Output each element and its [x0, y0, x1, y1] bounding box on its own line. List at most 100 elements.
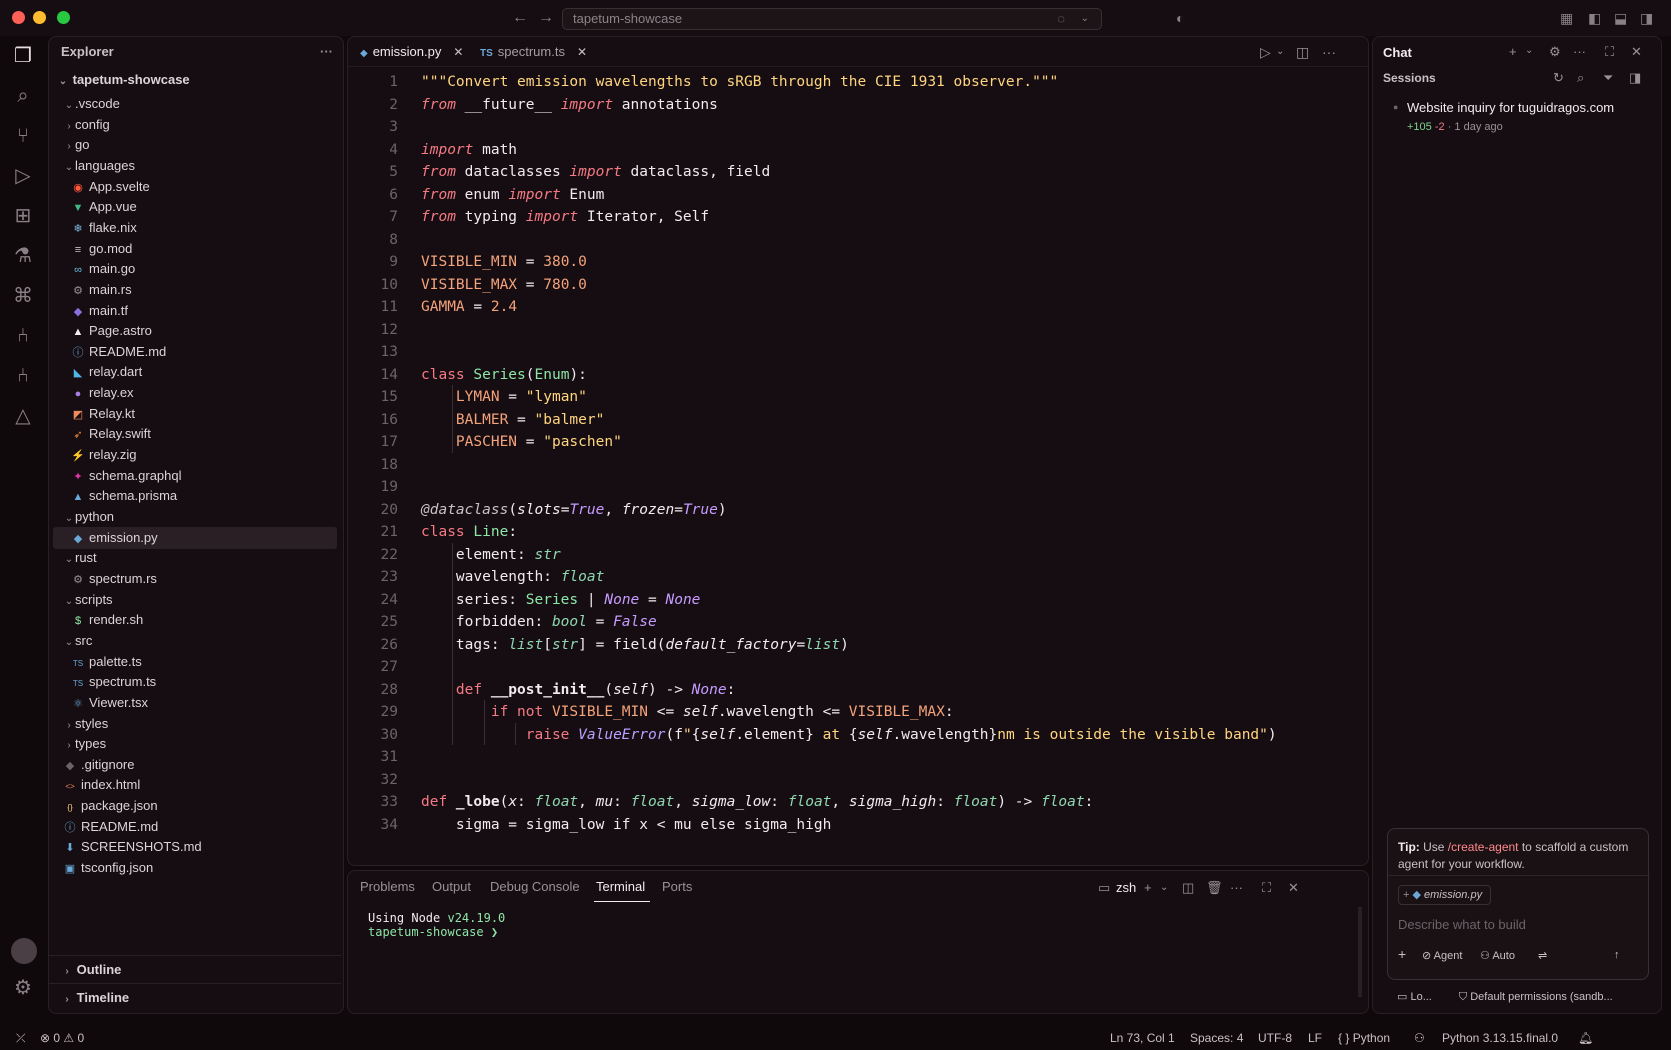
folder-item[interactable]: ⌄ rust [49, 547, 341, 569]
file-item[interactable]: ▲ schema.prisma [49, 485, 341, 507]
tab-emission-py[interactable]: ◆ emission.py ✕ [352, 37, 471, 67]
new-chat-icon[interactable]: + [1509, 44, 1517, 59]
close-window-button[interactable] [12, 11, 25, 24]
gear-icon[interactable]: ⚙ [1549, 44, 1561, 60]
problems-indicator[interactable]: ⊗ 0 ⚠ 0 [40, 1031, 84, 1045]
outline-section[interactable]: › Outline [49, 955, 341, 983]
back-arrow-icon[interactable]: ← [512, 9, 528, 27]
file-item[interactable]: ▣ tsconfig.json [49, 857, 341, 879]
minimize-window-button[interactable] [33, 11, 46, 24]
file-item[interactable]: ● relay.ex [49, 382, 341, 404]
file-item[interactable]: ▼ App.vue [49, 196, 341, 218]
close-icon[interactable]: ✕ [453, 45, 463, 59]
chevron-down-icon[interactable]: ⌄ [1160, 882, 1168, 893]
chevron-down-icon[interactable]: ⌄ [1276, 46, 1284, 57]
workspace-root[interactable]: ⌄ tapetum-showcase [49, 69, 341, 91]
file-item[interactable]: ◩ Relay.kt [49, 403, 341, 425]
file-item[interactable]: ◉ App.svelte [49, 176, 341, 198]
language-mode[interactable]: { } Python [1338, 1031, 1390, 1045]
file-item[interactable]: ◆ main.tf [49, 300, 341, 322]
search-icon[interactable]: ⌕ [11, 84, 35, 108]
file-item[interactable]: ✦ schema.graphql [49, 465, 341, 487]
footer-location[interactable]: Lo... [1410, 991, 1431, 1003]
file-item[interactable]: ⚡ relay.zig [49, 444, 341, 466]
create-agent-command[interactable]: /create-agent [1448, 840, 1519, 854]
close-icon[interactable]: ✕ [577, 45, 587, 59]
folder-item[interactable]: › types [49, 733, 341, 755]
file-item[interactable]: ⬇ SCREENSHOTS.md [49, 836, 341, 858]
more-actions-icon[interactable]: ··· [1230, 880, 1243, 895]
deploy-icon[interactable]: △ [11, 404, 35, 428]
panel-tab-terminal[interactable]: Terminal [596, 871, 645, 903]
command-center-search[interactable]: tapetum-showcase ◌ ⌄ [562, 8, 1102, 30]
chevron-down-icon[interactable]: ⌄ [1081, 9, 1089, 29]
add-context-icon[interactable]: + [1398, 946, 1406, 962]
chat-prompt-input[interactable]: Describe what to build [1398, 917, 1526, 932]
split-terminal-icon[interactable]: ◫ [1182, 880, 1194, 896]
file-item[interactable]: ⚙ spectrum.rs [49, 568, 341, 590]
split-editor-icon[interactable]: ◫ [1296, 44, 1309, 61]
folder-item[interactable]: › config [49, 114, 341, 136]
panel-tab-debug-console[interactable]: Debug Console [490, 871, 580, 903]
tab-spectrum-ts[interactable]: TS spectrum.ts ✕ [472, 37, 595, 67]
maximize-panel-icon[interactable]: ⛶ [1262, 880, 1271, 896]
file-item[interactable]: TS spectrum.ts [49, 671, 341, 693]
trash-icon[interactable]: 🗑 [1206, 880, 1223, 896]
timeline-section[interactable]: › Timeline [49, 983, 341, 1011]
extensions-icon[interactable]: ⊞ [11, 204, 35, 228]
file-item[interactable]: ◣ relay.dart [49, 361, 341, 383]
panel-tab-ports[interactable]: Ports [662, 871, 692, 903]
encoding[interactable]: UTF-8 [1258, 1031, 1292, 1045]
mode-picker[interactable]: ⊘ Agent [1422, 949, 1462, 962]
maximize-window-button[interactable] [57, 11, 70, 24]
toggle-secondary-sidebar-icon[interactable]: ◨ [1640, 10, 1653, 27]
toggle-primary-sidebar-icon[interactable]: ◧ [1588, 10, 1601, 27]
folder-item[interactable]: ⌄ scripts [49, 589, 341, 611]
terminal-scrollbar[interactable] [1358, 907, 1362, 997]
file-item[interactable]: {} package.json [49, 795, 341, 817]
permissions-label[interactable]: Default permissions (sandb... [1470, 991, 1612, 1003]
copilot-status-icon[interactable]: ⚇ [1414, 1031, 1425, 1045]
folder-item[interactable]: ⌄ languages [49, 155, 341, 177]
testing-icon[interactable]: ⚗ [11, 244, 35, 268]
panel-tab-problems[interactable]: Problems [360, 871, 415, 903]
file-item[interactable]: ▲ Page.astro [49, 320, 341, 342]
forward-arrow-icon[interactable]: → [538, 9, 554, 27]
chevron-down-icon[interactable]: ⌄ [1525, 45, 1533, 56]
close-icon[interactable]: ✕ [1631, 44, 1642, 60]
search-icon[interactable]: ⌕ [1577, 70, 1584, 86]
more-actions-icon[interactable]: ··· [1322, 44, 1336, 60]
file-item[interactable]: $ render.sh [49, 609, 341, 631]
file-item[interactable]: ⓘ README.md [49, 816, 341, 838]
maximize-icon[interactable]: ⛶ [1605, 44, 1614, 60]
agent-sessions-icon[interactable]: ◌ [1057, 9, 1065, 29]
panel-tab-output[interactable]: Output [432, 871, 471, 903]
layout-customize-icon[interactable]: ▦ [1560, 10, 1573, 27]
folder-item[interactable]: ⌄ .vscode [49, 93, 341, 115]
terminal-output[interactable]: Using Node v24.19.0 tapetum-showcase ❯ [368, 911, 505, 939]
context-attachment-chip[interactable]: + ◆ emission.py [1398, 885, 1492, 905]
cursor-position[interactable]: Ln 73, Col 1 [1110, 1031, 1175, 1045]
shell-name[interactable]: zsh [1116, 880, 1136, 895]
file-item[interactable]: ◆ .gitignore [49, 754, 341, 776]
source-control-icon[interactable]: ⑂ [11, 124, 35, 148]
file-item[interactable]: ∞ main.go [49, 258, 341, 280]
file-item[interactable]: ❄ flake.nix [49, 217, 341, 239]
file-item[interactable]: ➶ Relay.swift [49, 423, 341, 445]
toggle-panel-icon[interactable]: ⬓ [1614, 10, 1627, 27]
file-item[interactable]: ⓘ README.md [49, 341, 341, 363]
python-icon[interactable]: ⌘ [11, 284, 35, 308]
git-graph-icon[interactable]: ⑃ [11, 324, 35, 348]
account-avatar[interactable] [11, 938, 37, 964]
code-editor[interactable]: 1 """Convert emission wavelengths to sRGB… [348, 67, 1368, 865]
run-debug-icon[interactable]: ▷ [11, 164, 35, 188]
folder-item[interactable]: › go [49, 134, 341, 156]
file-item[interactable]: ⚙ main.rs [49, 279, 341, 301]
notifications-icon[interactable]: 🔔︎ [1578, 1031, 1593, 1045]
copilot-icon[interactable]: ◐ [1176, 10, 1184, 26]
close-panel-icon[interactable]: ✕ [1288, 880, 1299, 896]
file-item[interactable]: TS palette.ts [49, 651, 341, 673]
gear-icon[interactable]: ⚙ [11, 976, 35, 1000]
new-terminal-icon[interactable]: + [1144, 880, 1152, 895]
run-icon[interactable]: ▷ [1260, 44, 1271, 61]
